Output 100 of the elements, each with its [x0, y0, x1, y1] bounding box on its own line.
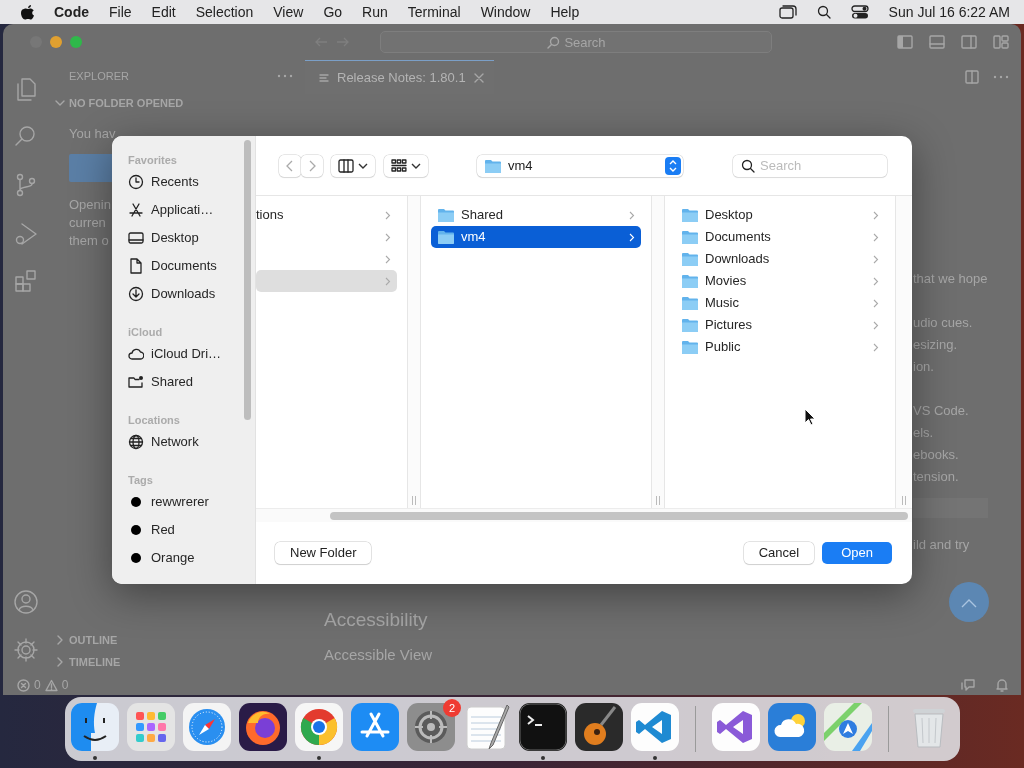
sidebar-item[interactable]: Orange — [128, 544, 255, 572]
minimize-button[interactable] — [50, 36, 62, 48]
file-row[interactable]: Public — [675, 336, 885, 358]
close-icon[interactable] — [473, 72, 484, 83]
chevron-right-icon — [385, 232, 391, 242]
sidebar-item[interactable]: Recents — [128, 168, 255, 196]
search-icon — [547, 36, 560, 49]
stylized-a-icon[interactable] — [351, 703, 399, 751]
scrollbar-thumb[interactable] — [244, 140, 251, 420]
path-popup[interactable]: vm4 — [477, 154, 683, 177]
sidebar-item[interactable]: iCloud Dri… — [128, 340, 255, 368]
chevron-icon[interactable] — [55, 657, 65, 667]
file-row[interactable]: Documents — [675, 226, 885, 248]
file-row[interactable]: Pictures — [675, 314, 885, 336]
open-button[interactable]: Open — [822, 542, 892, 564]
sidebar-item[interactable]: Shared — [128, 368, 255, 396]
gear-icon[interactable] — [407, 703, 455, 751]
windows-icon[interactable] — [778, 5, 797, 19]
menu-item[interactable]: Selection — [195, 1, 254, 23]
menu-item[interactable]: Run — [362, 1, 388, 23]
back-button[interactable] — [279, 154, 301, 177]
folder-icon — [681, 339, 699, 355]
column-view-button[interactable] — [331, 154, 375, 177]
tag-dot-icon — [128, 550, 144, 566]
bell-icon[interactable] — [995, 678, 1009, 692]
clock-text[interactable]: Sun Jul 16 6:22 AM — [888, 1, 1010, 23]
section-label: Tags — [128, 473, 154, 488]
file-row[interactable]: Desktop — [675, 204, 885, 226]
forward-button[interactable] — [301, 154, 323, 177]
split-editor-icon[interactable] — [965, 70, 979, 84]
search-icon[interactable] — [816, 5, 831, 19]
section-label: Locations — [128, 413, 181, 428]
terminal-prompt-icon[interactable] — [519, 703, 567, 751]
more-icon[interactable] — [277, 74, 293, 78]
secondary-sidebar-layout-icon[interactable] — [961, 35, 977, 49]
sidebar-layout-icon[interactable] — [897, 35, 913, 49]
toggles-icon[interactable] — [850, 5, 869, 19]
chevron-right-icon — [873, 342, 879, 352]
group-view-button[interactable] — [384, 154, 428, 177]
map-icon[interactable] — [824, 703, 872, 751]
sidebar-item[interactable]: Documents — [128, 252, 255, 280]
menu-item[interactable]: File — [109, 1, 132, 23]
circle-logo-icon[interactable] — [295, 703, 343, 751]
chevron-icon[interactable] — [55, 635, 65, 645]
ribbon-logo-icon[interactable] — [631, 703, 679, 751]
chevron-right-icon — [873, 298, 879, 308]
file-row[interactable]: Downloads — [675, 248, 885, 270]
file-row[interactable]: vm4 — [431, 226, 641, 248]
resize-handle-icon[interactable] — [655, 496, 661, 505]
app-grid-icon[interactable] — [127, 703, 175, 751]
search-field[interactable]: Search — [733, 154, 887, 177]
menu-item[interactable]: Window — [480, 1, 531, 23]
scrollbar-thumb[interactable] — [330, 511, 908, 520]
run-icon[interactable] — [13, 220, 39, 246]
chevron-right-icon — [873, 232, 879, 242]
sidebar-item[interactable]: Desktop — [128, 224, 255, 252]
resize-handle-icon[interactable] — [900, 496, 907, 505]
more-icon[interactable] — [993, 75, 1009, 79]
chevron-icon[interactable] — [55, 98, 65, 108]
apple-icon[interactable] — [20, 4, 34, 20]
warning-icon[interactable] — [44, 678, 58, 692]
dialog-button[interactable]: Cancel — [743, 542, 815, 564]
file-row[interactable]: Music — [675, 292, 885, 314]
sidebar-item[interactable]: rewwrerer — [128, 488, 255, 516]
resize-handle-icon[interactable] — [411, 496, 417, 505]
feedback-icon[interactable] — [961, 678, 975, 692]
sidebar-item[interactable]: Downloads — [128, 280, 255, 308]
settings-icon[interactable] — [13, 637, 39, 663]
menu-item[interactable]: Code — [54, 1, 89, 23]
scroll-to-top-button[interactable] — [949, 582, 989, 622]
zoom-button[interactable] — [70, 36, 82, 48]
ribbon-logo-icon[interactable] — [712, 703, 760, 751]
dialog-button[interactable]: New Folder — [275, 542, 372, 564]
cloud-sun-icon[interactable] — [768, 703, 816, 751]
sidebar-item[interactable]: Network — [128, 428, 255, 456]
file-row[interactable]: Movies — [675, 270, 885, 292]
menu-item[interactable]: View — [273, 1, 304, 23]
open-folder-button[interactable] — [69, 153, 113, 182]
fox-globe-icon[interactable] — [239, 703, 287, 751]
clock-icon — [128, 174, 144, 190]
panel-layout-icon[interactable] — [929, 35, 945, 49]
error-icon[interactable] — [17, 678, 30, 692]
compass-icon[interactable] — [183, 703, 231, 751]
sidebar-item[interactable]: Applicati… — [128, 196, 255, 224]
file-row[interactable]: Shared — [431, 204, 641, 226]
menu-item[interactable]: Go — [323, 1, 343, 23]
file-row[interactable]: tions — [256, 204, 397, 226]
notification-badge: 2 — [443, 699, 461, 717]
custom-layout-icon[interactable] — [993, 35, 1009, 49]
menu-item[interactable]: Edit — [151, 1, 176, 23]
chevron-right-icon — [629, 210, 635, 220]
chevron-right-icon — [629, 232, 635, 242]
smiling-face-icon[interactable] — [71, 703, 119, 751]
account-icon[interactable] — [13, 589, 39, 615]
stepper-icon — [665, 156, 681, 175]
menu-item[interactable]: Help — [550, 1, 580, 23]
guitar-icon[interactable] — [575, 703, 623, 751]
sidebar-item[interactable]: Red — [128, 516, 255, 544]
extensions-icon[interactable] — [13, 268, 39, 294]
menu-item[interactable]: Terminal — [407, 1, 461, 23]
